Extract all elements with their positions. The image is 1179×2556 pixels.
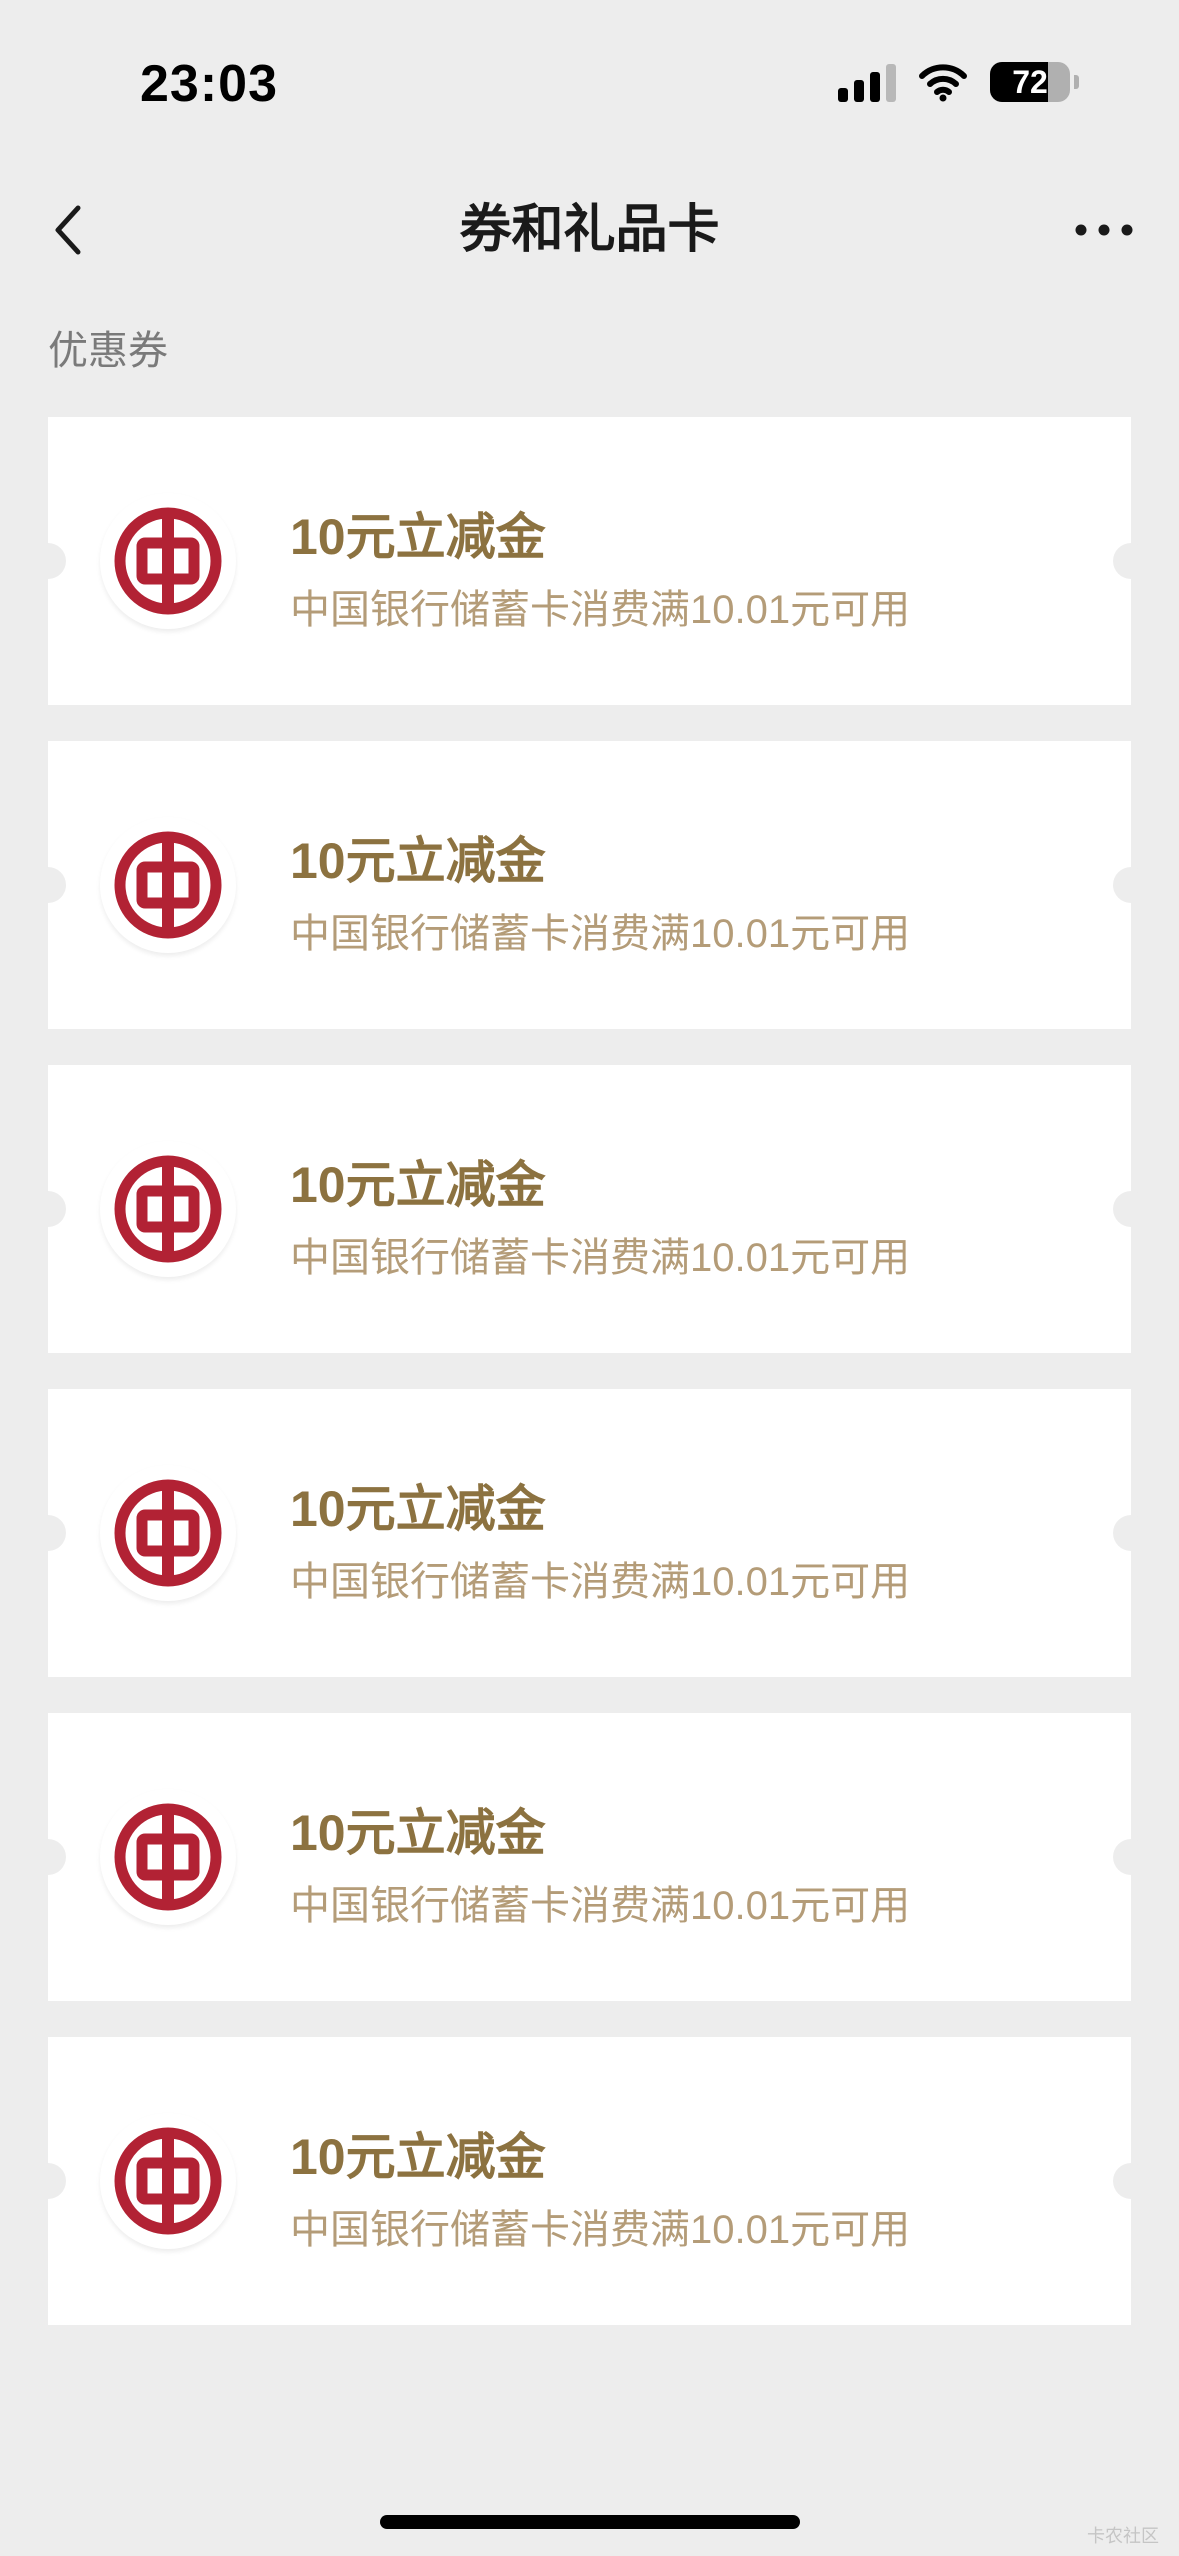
coupon-card[interactable]: 10元立减金 中国银行储蓄卡消费满10.01元可用: [30, 1065, 1149, 1353]
coupon-description: 中国银行储蓄卡消费满10.01元可用: [290, 1560, 911, 1604]
card-notch: [30, 2163, 66, 2199]
coupon-description: 中国银行储蓄卡消费满10.01元可用: [290, 588, 911, 632]
more-options-button[interactable]: [1069, 195, 1139, 265]
coupon-card[interactable]: 10元立减金 中国银行储蓄卡消费满10.01元可用: [30, 741, 1149, 1029]
cellular-signal-icon: [838, 62, 896, 102]
bank-of-china-logo-icon: [100, 1141, 236, 1277]
coupon-list: 10元立减金 中国银行储蓄卡消费满10.01元可用 10元立减金 中国银行储蓄卡…: [30, 417, 1149, 2361]
bank-of-china-logo-icon: [100, 2113, 236, 2249]
coupon-title: 10元立减金: [290, 1805, 546, 1861]
card-notch: [1113, 1191, 1149, 1227]
card-notch: [1113, 1839, 1149, 1875]
bank-of-china-logo-icon: [100, 817, 236, 953]
status-time: 23:03: [140, 55, 278, 113]
coupon-description: 中国银行储蓄卡消费满10.01元可用: [290, 1236, 911, 1280]
card-notch: [30, 543, 66, 579]
coupon-card[interactable]: 10元立减金 中国银行储蓄卡消费满10.01元可用: [30, 1713, 1149, 2001]
section-label-coupons: 优惠券: [48, 329, 168, 373]
battery-tip: [1074, 75, 1079, 89]
card-notch: [30, 867, 66, 903]
battery-icon: 72: [990, 62, 1070, 102]
card-notch: [1113, 543, 1149, 579]
coupon-card[interactable]: 10元立减金 中国银行储蓄卡消费满10.01元可用: [30, 417, 1149, 705]
card-notch: [30, 1839, 66, 1875]
coupon-title: 10元立减金: [290, 509, 546, 565]
page-title: 券和礼品卡: [459, 201, 720, 259]
status-icons: 72: [838, 62, 1079, 102]
coupon-description: 中国银行储蓄卡消费满10.01元可用: [290, 1884, 911, 1928]
coupon-card[interactable]: 10元立减金 中国银行储蓄卡消费满10.01元可用: [30, 1389, 1149, 1677]
card-notch: [1113, 2163, 1149, 2199]
coupon-title: 10元立减金: [290, 2129, 546, 2185]
coupon-title: 10元立减金: [290, 1481, 546, 1537]
card-notch: [1113, 1515, 1149, 1551]
bank-of-china-logo-icon: [100, 1789, 236, 1925]
watermark: 卡农社区: [1087, 2526, 1159, 2546]
coupon-card[interactable]: 10元立减金 中国银行储蓄卡消费满10.01元可用: [30, 2037, 1149, 2325]
wifi-icon: [919, 64, 967, 102]
home-indicator[interactable]: [380, 2515, 800, 2529]
coupon-title: 10元立减金: [290, 1157, 546, 1213]
bank-of-china-logo-icon: [100, 493, 236, 629]
status-bar: 23:03 72: [0, 0, 1179, 150]
coupon-description: 中国银行储蓄卡消费满10.01元可用: [290, 2208, 911, 2252]
card-notch: [30, 1191, 66, 1227]
navigation-bar: 券和礼品卡: [0, 175, 1179, 285]
bank-of-china-logo-icon: [100, 1465, 236, 1601]
battery-level: 72: [1012, 63, 1048, 100]
card-notch: [30, 1515, 66, 1551]
coupon-title: 10元立减金: [290, 833, 546, 889]
coupon-description: 中国银行储蓄卡消费满10.01元可用: [290, 912, 911, 956]
card-notch: [1113, 867, 1149, 903]
